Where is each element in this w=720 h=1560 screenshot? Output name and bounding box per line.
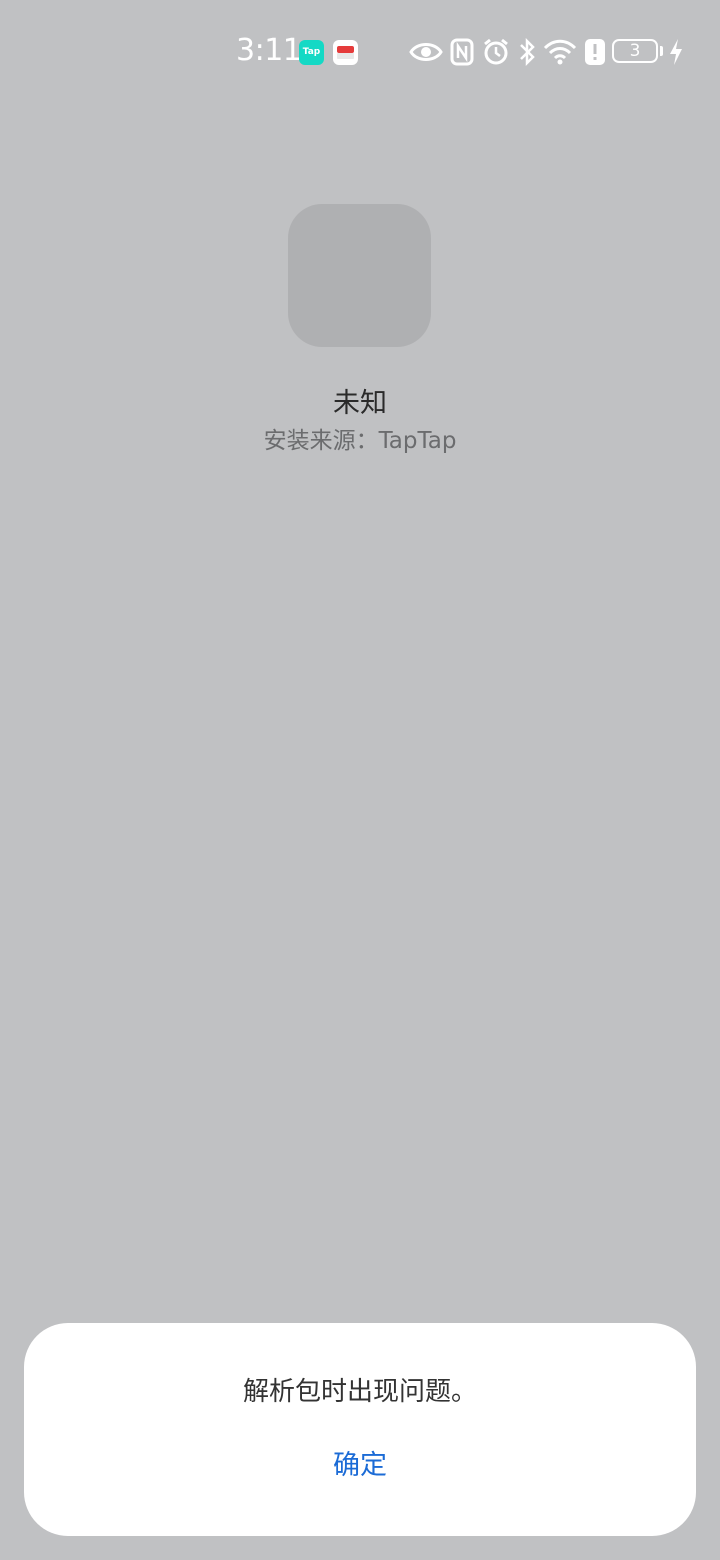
red-app-notification-icon [333,40,358,65]
app-name: 未知 [333,388,387,419]
battery-tip [660,46,663,56]
dialog-message: 解析包时出现问题。 [242,1377,477,1407]
wifi-icon [543,39,577,65]
alarm-icon [484,38,508,65]
app-icon-placeholder [288,204,431,347]
bluetooth-icon [520,37,535,67]
confirm-button[interactable]: 确定 [300,1441,420,1491]
status-bar: 3:11 Tap 3 [0,0,720,104]
battery-level: 3 [629,41,641,61]
battery-icon: 3 [612,39,658,63]
install-source: 安装来源：TapTap [263,428,457,454]
eye-icon [409,43,443,61]
status-time: 3:11 [236,33,302,68]
nfc-icon [450,38,474,66]
alert-icon [585,39,605,65]
taptap-badge-text: Tap [302,47,321,57]
charging-icon [670,39,682,65]
error-dialog: 解析包时出现问题。 确定 [24,1323,696,1536]
taptap-notification-icon: Tap [299,40,324,65]
